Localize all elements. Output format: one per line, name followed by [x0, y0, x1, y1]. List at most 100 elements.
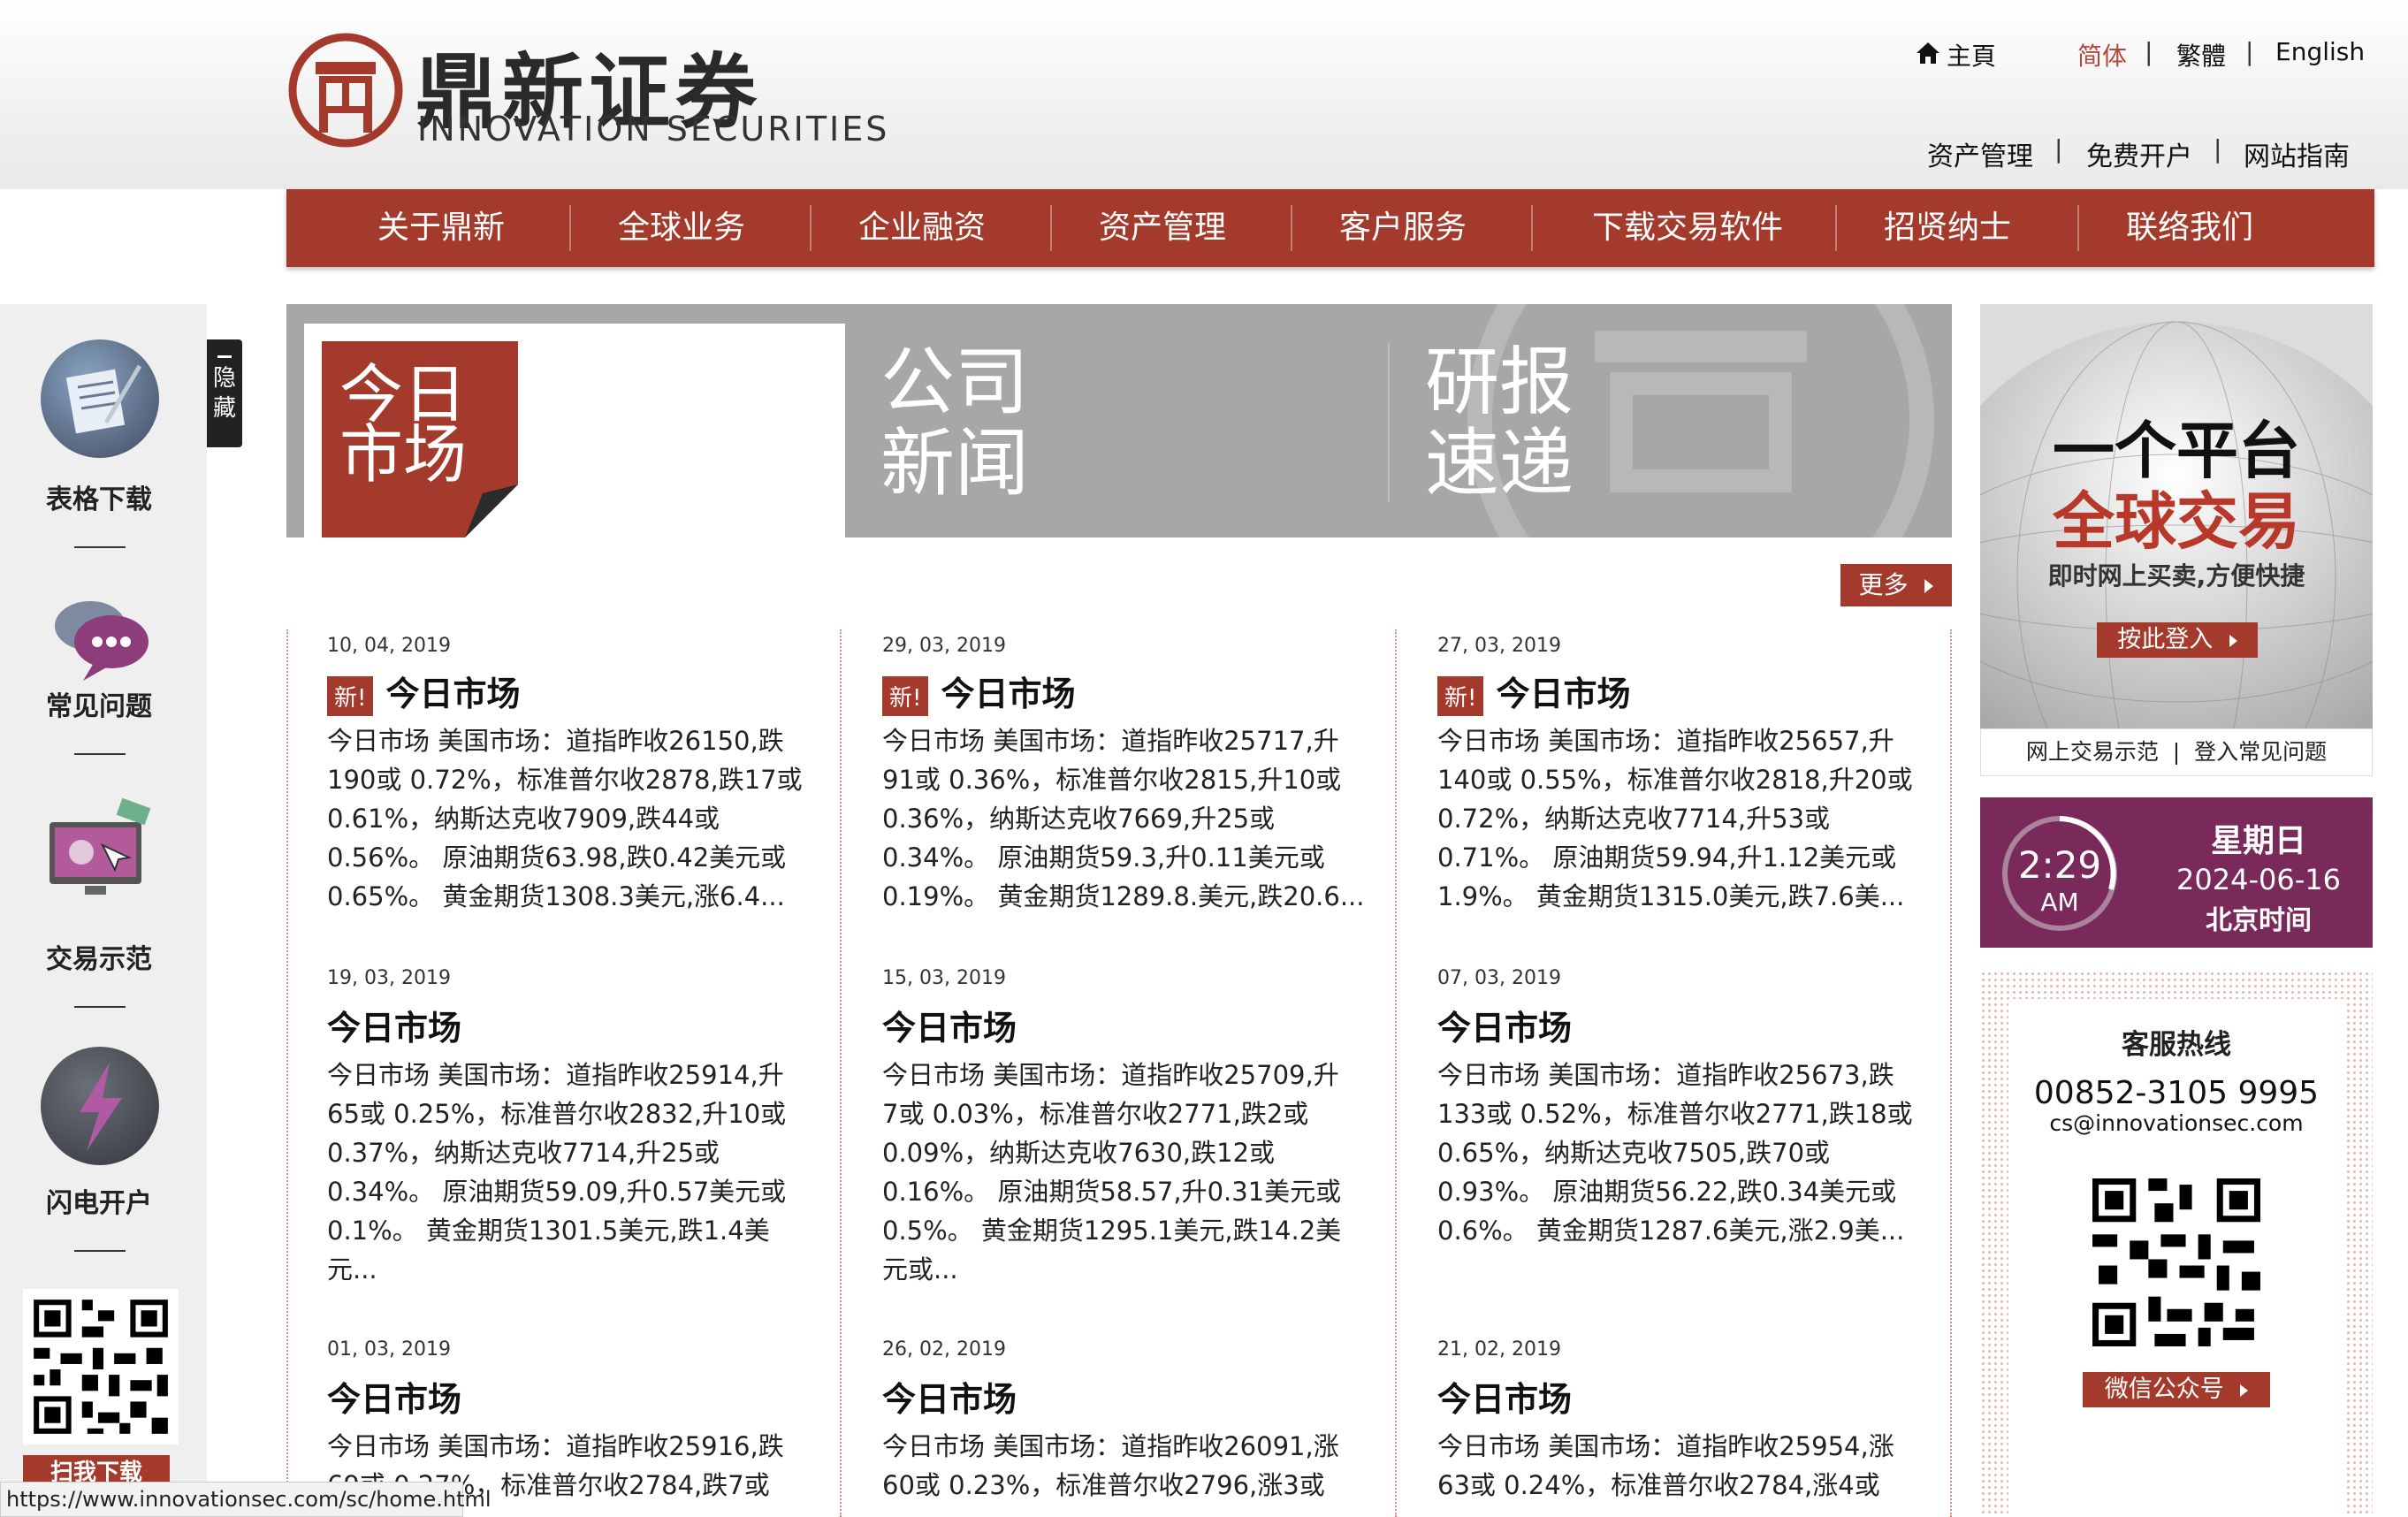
news-date: 10, 04, 2019	[327, 635, 451, 657]
news-line: 元或...	[882, 1254, 958, 1284]
left-sidebar: 表格下载 常见问题 交易示范 闪电开户 扫我下载	[0, 304, 207, 1517]
news-line: 0.34%。 原油期货59.09,升0.57美元或	[327, 1177, 787, 1207]
tab-company-news[interactable]: 公司 新闻	[880, 341, 1075, 509]
nav-global-business[interactable]: 全球业务	[598, 189, 766, 267]
chat-bubble-icon[interactable]	[41, 578, 159, 697]
trading-demo-icon[interactable]	[41, 790, 159, 909]
clock-timezone: 北京时间	[2206, 905, 2312, 936]
sidebar-item-instant-account[interactable]: 闪电开户	[0, 1181, 198, 1220]
news-title[interactable]: 今日市场	[882, 1372, 1017, 1421]
sidebar-item-trading-demo[interactable]: 交易示范	[0, 937, 198, 976]
news-line: 今日市场 美国市场：道指昨收25914,升	[327, 1060, 784, 1090]
news-summary[interactable]: 今日市场 美国市场：道指昨收25954,涨 63或 0.24%，标准普尔收278…	[1437, 1427, 1932, 1505]
news-line: 今日市场 美国市场：道指昨收25709,升	[882, 1060, 1339, 1090]
sidebar-item-forms[interactable]: 表格下载	[0, 477, 198, 516]
news-line: 140或 0.55%，标准普尔收2818,升20或	[1437, 765, 1913, 795]
news-line: 190或 0.72%，标准普尔收2878,跌17或	[327, 765, 803, 795]
nav-customer-service[interactable]: 客户服务	[1319, 189, 1487, 267]
nav-asset-management[interactable]: 资产管理	[1078, 189, 1246, 267]
wechat-button[interactable]: 微信公众号	[2083, 1372, 2270, 1407]
news-title[interactable]: 今日市场	[327, 1372, 461, 1421]
hotline-email[interactable]: cs@innovationsec.com	[2008, 1110, 2344, 1136]
news-line: 0.09%，纳斯达克收7630,跌12或	[882, 1138, 1276, 1168]
hotline-inner: 客服热线 00852-3105 9995 cs@innovationsec.co…	[2008, 999, 2344, 1517]
free-account-link[interactable]: 免费开户	[2086, 134, 2192, 173]
hotline-title: 客服热线	[2122, 1029, 2231, 1061]
news-line: 0.56%。 原油期货63.98,跌0.42美元或	[327, 842, 787, 873]
lang-simplified-link[interactable]: 简体	[2077, 37, 2127, 72]
news-title[interactable]: 新! 今日市场	[882, 667, 1075, 716]
lightning-icon[interactable]	[41, 1047, 159, 1165]
promo-line2: 全球交易	[2053, 485, 2300, 558]
home-icon[interactable]	[1915, 41, 1941, 65]
news-date: 26, 02, 2019	[882, 1338, 1006, 1361]
news-line: 今日市场 美国市场：道指昨收25673,跌	[1437, 1060, 1894, 1090]
hotline-phone[interactable]: 00852-3105 9995	[2008, 1075, 2344, 1111]
wechat-qr-code	[2086, 1172, 2267, 1353]
tab-news-line1: 公司	[880, 339, 1030, 425]
news-title[interactable]: 今日市场	[327, 1001, 461, 1049]
news-title[interactable]: 新! 今日市场	[1437, 667, 1630, 716]
home-link[interactable]: 主頁	[1947, 37, 1996, 72]
news-line: 今日市场 美国市场：道指昨收25717,升	[882, 726, 1339, 756]
online-trading-demo-link[interactable]: 网上交易示范	[2026, 739, 2159, 765]
news-line: 0.72%，纳斯达克收7714,升53或	[1437, 804, 1831, 834]
news-summary[interactable]: 今日市场 美国市场：道指昨收25709,升 7或 0.03%，标准普尔收2771…	[882, 1056, 1377, 1289]
news-line: 133或 0.52%，标准普尔收2771,跌18或	[1437, 1099, 1913, 1129]
news-line: 0.6%。 黄金期货1287.6美元,涨2.9美...	[1437, 1216, 1905, 1246]
news-summary[interactable]: 今日市场 美国市场：道指昨收25657,升 140或 0.55%，标准普尔收28…	[1437, 721, 1932, 916]
news-line: 0.16%。 原油期货58.57,升0.31美元或	[882, 1177, 1342, 1207]
news-line: 91或 0.36%，标准普尔收2815,升10或	[882, 765, 1342, 795]
nav-divider	[1835, 205, 1837, 251]
news-summary[interactable]: 今日市场 美国市场：道指昨收25717,升 91或 0.36%，标准普尔收281…	[882, 721, 1377, 916]
news-title[interactable]: 今日市场	[882, 1001, 1017, 1049]
sidebar-hide-toggle[interactable]: 隐 藏	[207, 339, 242, 447]
news-date: 01, 03, 2019	[327, 1338, 451, 1361]
news-title[interactable]: 新! 今日市场	[327, 667, 520, 716]
lang-english-link[interactable]: English	[2275, 37, 2365, 66]
sidebar-item-faq[interactable]: 常见问题	[0, 684, 198, 723]
news-summary[interactable]: 今日市场 美国市场：道指昨收26150,跌 190或 0.72%，标准普尔收28…	[327, 721, 822, 916]
clock-weekday: 星期日	[2210, 823, 2306, 859]
news-title[interactable]: 今日市场	[1437, 1372, 1572, 1421]
triangle-right-icon	[1924, 579, 1934, 593]
login-faq-link[interactable]: 登入常见问题	[2194, 739, 2327, 765]
more-button[interactable]: 更多	[1840, 564, 1952, 606]
lang-traditional-link[interactable]: 繁體	[2176, 37, 2226, 72]
news-line: 0.71%。 原油期货59.94,升1.12美元或	[1437, 842, 1897, 873]
sub-separator: |	[2054, 134, 2063, 164]
online-trading-promo[interactable]: 一个平台 全球交易 即时网上买卖,方便快捷 按此登入	[1980, 304, 2373, 728]
download-qr-code[interactable]	[23, 1289, 179, 1445]
site-guide-link[interactable]: 网站指南	[2244, 134, 2350, 173]
news-line: 0.1%。 黄金期货1301.5美元,跌1.4美	[327, 1216, 770, 1246]
nav-corporate-finance[interactable]: 企业融资	[838, 189, 1006, 267]
tab-today-market[interactable]: 今日 市场	[322, 341, 518, 537]
tab-research-express[interactable]: 研报 速递	[1425, 341, 1619, 509]
tab-news-line2: 新闻	[880, 420, 1030, 507]
news-title[interactable]: 今日市场	[1437, 1001, 1572, 1049]
nav-contact[interactable]: 联络我们	[2106, 189, 2274, 267]
nav-download-software[interactable]: 下载交易软件	[1559, 189, 1816, 267]
news-date: 15, 03, 2019	[882, 967, 1006, 989]
news-summary[interactable]: 今日市场 美国市场：道指昨收25673,跌 133或 0.52%，标准普尔收27…	[1437, 1056, 1932, 1250]
news-line: 65或 0.25%，标准普尔收2832,升10或	[327, 1099, 787, 1129]
news-line: 0.65%。 黄金期货1308.3美元,涨6.4...	[327, 881, 785, 911]
brand-logo-icon[interactable]	[287, 32, 404, 149]
lang-separator: |	[2145, 37, 2153, 66]
nav-divider	[2077, 205, 2079, 251]
column-rule	[1950, 629, 1952, 1517]
form-download-icon[interactable]	[41, 339, 159, 458]
sidebar-divider	[74, 1250, 126, 1252]
tab-today-line2: 市场	[339, 417, 468, 492]
nav-divider	[810, 205, 812, 251]
news-line: 今日市场 美国市场：道指昨收25657,升	[1437, 726, 1894, 756]
nav-careers[interactable]: 招贤纳士	[1863, 189, 2031, 267]
login-button[interactable]: 按此登入	[2097, 622, 2258, 658]
tab-research-line2: 速递	[1425, 420, 1574, 507]
brand-name-en[interactable]: INNOVATION SECURITIES	[417, 110, 889, 149]
news-summary[interactable]: 今日市场 美国市场：道指昨收26091,涨 60或 0.23%，标准普尔收279…	[882, 1427, 1377, 1505]
asset-management-link[interactable]: 资产管理	[1927, 134, 2033, 173]
nav-about[interactable]: 关于鼎新	[357, 189, 525, 267]
news-summary[interactable]: 今日市场 美国市场：道指昨收25914,升 65或 0.25%，标准普尔收283…	[327, 1056, 822, 1289]
clock-widget: 2:29 AM 星期日 2024-06-16 北京时间	[1980, 797, 2373, 948]
